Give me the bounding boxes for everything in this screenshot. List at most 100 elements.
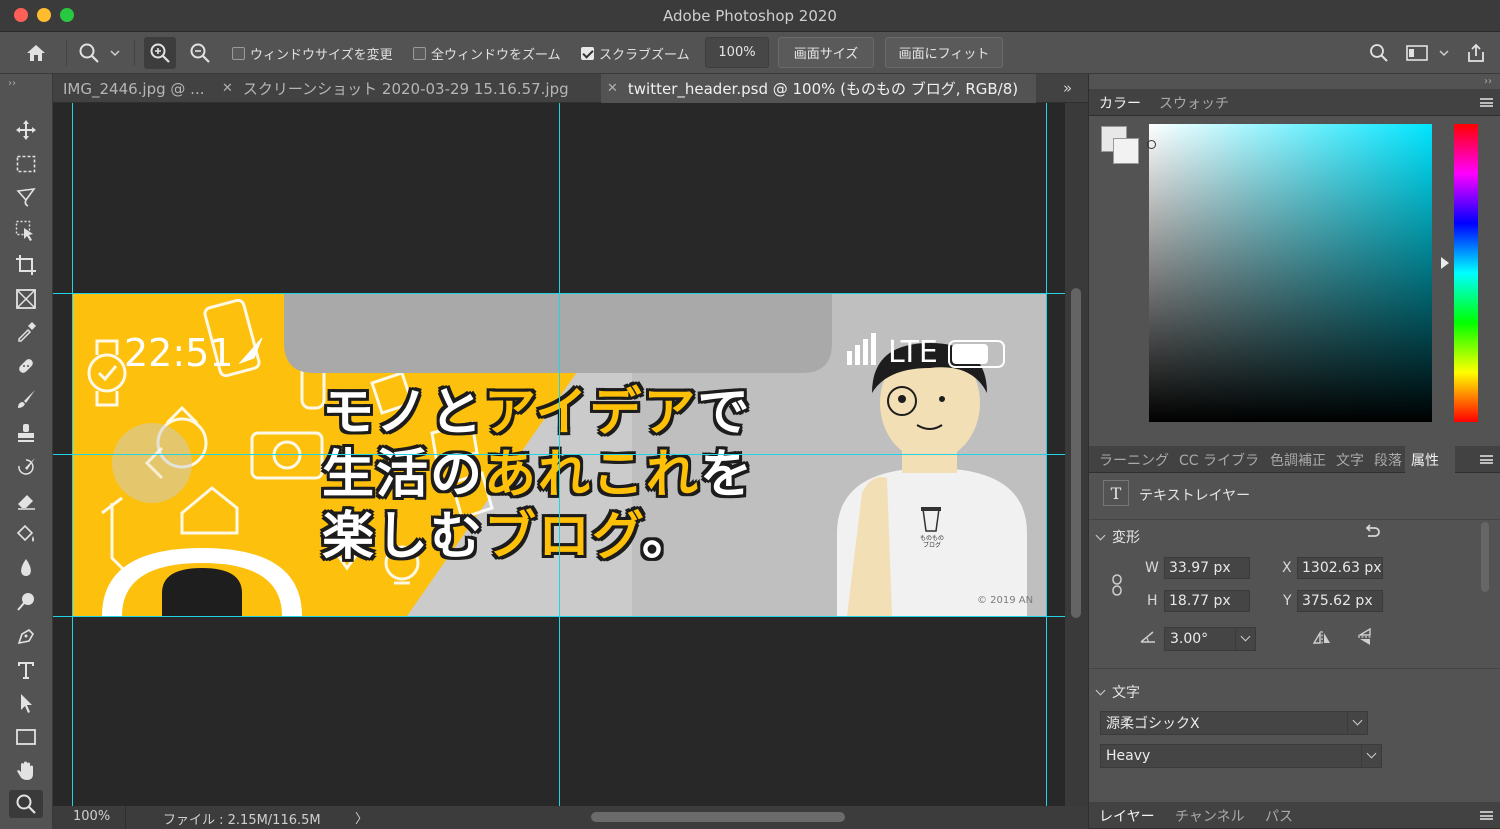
tab-cc-libraries[interactable]: CC ライブラ [1179,446,1259,473]
tab-channels[interactable]: チャンネル [1175,802,1245,829]
share-icon[interactable] [1463,40,1489,66]
tools-panel: ›› [0,74,53,829]
rectangle-tool-icon[interactable] [9,723,43,751]
font-family-select[interactable]: 源柔ゴシックX [1100,711,1368,735]
flip-vertical-icon[interactable] [1357,627,1373,651]
tab-img-2446[interactable]: IMG_2446.jpg @ ... [53,74,238,103]
angle-field[interactable]: 3.00° [1164,627,1256,651]
workspace-icon[interactable] [1404,41,1430,65]
zoom-percent-field[interactable]: 100% [705,37,769,68]
width-label: W [1145,560,1159,576]
resize-windows-checkbox[interactable]: ウィンドウサイズを変更 [232,44,393,63]
hue-slider[interactable] [1454,124,1478,422]
scrubby-zoom-checkbox[interactable]: スクラブズーム [581,44,690,63]
character-section-header[interactable]: 文字 [1095,682,1140,702]
shirt-logo-mark [917,505,945,535]
layer-type-label: テキストレイヤー [1139,488,1251,504]
brush-tool-icon[interactable] [9,385,43,413]
guide-line[interactable] [53,454,1065,455]
reset-transform-icon[interactable] [1363,524,1381,546]
horizontal-scroll-thumb[interactable] [591,812,845,822]
x-field[interactable]: 1302.63 px [1297,557,1383,579]
shirt-logo-text: ものもの ブログ [919,535,944,549]
status-bar: 100% ファイル : 2.15M/116.5M 〉 [53,806,1088,829]
tab-learning[interactable]: ラーニング [1099,446,1169,473]
panel-menu-icon[interactable] [1480,811,1493,820]
tab-adjustments[interactable]: 色調補正 [1270,446,1326,473]
chevron-down-icon[interactable] [1235,628,1255,650]
tab-character[interactable]: 文字 [1336,446,1364,473]
flip-horizontal-icon[interactable] [1312,630,1332,650]
panel-menu-icon[interactable] [1480,98,1493,107]
tool-preset-chevron-down-icon[interactable] [108,44,122,62]
zoom-out-icon[interactable] [184,37,216,69]
zoom-in-icon[interactable] [144,37,176,69]
font-style-select[interactable]: Heavy [1100,744,1382,768]
fit-screen-button[interactable]: 画面にフィット [885,37,1003,68]
y-field[interactable]: 375.62 px [1297,590,1383,612]
color-picker-handle[interactable] [1147,140,1156,149]
chevron-down-icon[interactable] [1347,712,1367,734]
guide-line[interactable] [53,293,1065,294]
frame-tool-icon[interactable] [9,285,43,313]
tab-swatches[interactable]: スウォッチ [1159,89,1229,116]
paint-bucket-tool-icon[interactable] [9,520,43,548]
tab-screenshot[interactable]: ✕ スクリーンショット 2020-03-29 15.16.57.jpg [216,74,601,103]
workspace-chevron-down-icon[interactable] [1437,45,1451,61]
color-field[interactable] [1149,124,1432,422]
actual-size-button[interactable]: 画面サイズ [778,37,874,68]
collapse-icon[interactable]: ›› [8,78,16,89]
zoom-all-windows-checkbox[interactable]: 全ウィンドウをズーム [413,44,561,63]
status-chevron-right-icon[interactable]: 〉 [355,808,368,827]
width-field[interactable]: 33.97 px [1164,557,1250,579]
character-title: 文字 [1112,685,1140,701]
object-select-tool-icon[interactable] [9,217,43,245]
canvas-area[interactable]: 22:51 LTE モノとアイデアで 生活のあれこれを 楽しむブログ。 ものもの… [53,103,1065,806]
crop-tool-icon[interactable] [9,251,43,279]
eraser-tool-icon[interactable] [9,487,43,515]
move-tool-icon[interactable] [9,116,43,144]
properties-scroll-thumb[interactable] [1481,522,1489,592]
vertical-scrollbar[interactable] [1065,103,1088,806]
healing-brush-tool-icon[interactable] [9,352,43,380]
tab-color[interactable]: カラー [1099,89,1141,116]
tab-layers[interactable]: レイヤー [1099,802,1155,829]
marquee-tool-icon[interactable] [9,150,43,178]
home-icon[interactable] [22,41,50,65]
vertical-scroll-thumb[interactable] [1071,288,1081,618]
tab-paragraph[interactable]: 段落 [1374,446,1402,473]
panel-menu-icon[interactable] [1480,455,1493,464]
pen-tool-icon[interactable] [9,622,43,650]
y-label: Y [1283,593,1292,609]
zoom-tool-icon[interactable] [76,40,102,66]
path-selection-tool-icon[interactable] [9,689,43,717]
eyedropper-tool-icon[interactable] [9,318,43,346]
close-tab-icon[interactable]: ✕ [607,81,618,96]
collapse-panels-icon[interactable]: ›› [1484,76,1492,87]
height-field[interactable]: 18.77 px [1164,590,1250,612]
zoom-tool-active-icon[interactable] [9,790,43,818]
photoshop-window: Adobe Photoshop 2020 ウィンドウサイズを変更 全ウィンドウを… [0,0,1500,829]
guide-line[interactable] [53,616,1065,617]
close-tab-icon[interactable]: ✕ [222,81,233,96]
link-dimensions-icon[interactable] [1111,574,1123,600]
hand-tool-icon[interactable] [9,757,43,785]
hue-slider-handle-icon[interactable] [1441,257,1449,269]
blur-tool-icon[interactable] [9,554,43,582]
transform-section-header[interactable]: 変形 [1095,527,1140,547]
document-tabs: IMG_2446.jpg @ ... ✕ スクリーンショット 2020-03-2… [53,74,1088,103]
tab-paths[interactable]: パス [1265,802,1293,829]
type-tool-icon[interactable] [9,656,43,684]
background-color-swatch[interactable] [1113,138,1139,164]
status-zoom[interactable]: 100% [73,809,110,824]
chevron-down-icon[interactable] [1361,745,1381,767]
lasso-tool-icon[interactable] [9,183,43,211]
tab-twitter-header[interactable]: ✕ twitter_header.psd @ 100% (ものもの ブログ, R… [601,74,1036,103]
more-tabs-icon[interactable]: » [1063,79,1072,97]
stamp-tool-icon[interactable] [9,419,43,447]
history-brush-tool-icon[interactable] [9,453,43,481]
dodge-tool-icon[interactable] [9,588,43,616]
tab-properties[interactable]: 属性 [1405,446,1455,473]
search-icon[interactable] [1366,41,1392,65]
angle-icon [1139,630,1157,648]
